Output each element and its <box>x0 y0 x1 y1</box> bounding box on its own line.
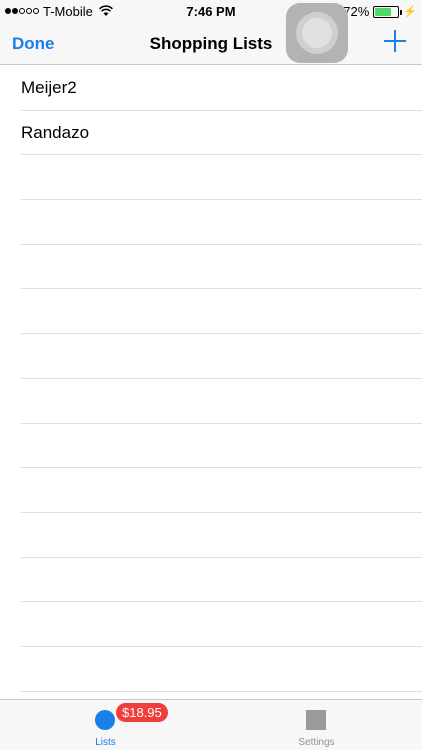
tab-settings[interactable]: Settings <box>211 700 422 750</box>
charging-bolt-icon: ⚡ <box>403 6 417 18</box>
status-bar: T-Mobile 7:46 PM 72% ⚡ <box>0 0 422 22</box>
add-list-button[interactable] <box>384 30 406 52</box>
empty-row <box>0 289 422 334</box>
shopping-lists-table: Meijer2 Randazo <box>0 66 422 699</box>
list-item-label: Meijer2 <box>21 78 77 97</box>
page-title: Shopping Lists <box>149 34 273 53</box>
list-item[interactable]: Meijer2 <box>0 66 422 111</box>
empty-row <box>0 513 422 558</box>
empty-row <box>0 245 422 290</box>
navigation-bar: Done Shopping Lists <box>0 22 422 65</box>
tab-lists[interactable]: $18.95 Lists <box>0 700 211 750</box>
list-item[interactable]: Randazo <box>0 111 422 156</box>
empty-row <box>0 334 422 379</box>
tab-bar: $18.95 Lists Settings <box>0 699 422 750</box>
empty-row <box>0 558 422 603</box>
empty-row <box>0 424 422 469</box>
total-badge: $18.95 <box>116 703 168 722</box>
tab-lists-label: Lists <box>95 737 116 748</box>
square-icon <box>306 710 326 730</box>
tab-settings-label: Settings <box>298 737 335 748</box>
assistive-touch-button[interactable] <box>286 3 348 63</box>
empty-row <box>0 647 422 692</box>
circle-icon <box>95 710 115 730</box>
empty-row <box>0 602 422 647</box>
empty-row <box>0 379 422 424</box>
status-right: 72% ⚡ <box>343 4 417 19</box>
empty-row <box>0 468 422 513</box>
battery-fill <box>375 7 392 16</box>
empty-row <box>0 200 422 245</box>
list-item-label: Randazo <box>21 122 90 142</box>
battery-icon <box>373 5 403 18</box>
empty-row <box>0 155 422 200</box>
